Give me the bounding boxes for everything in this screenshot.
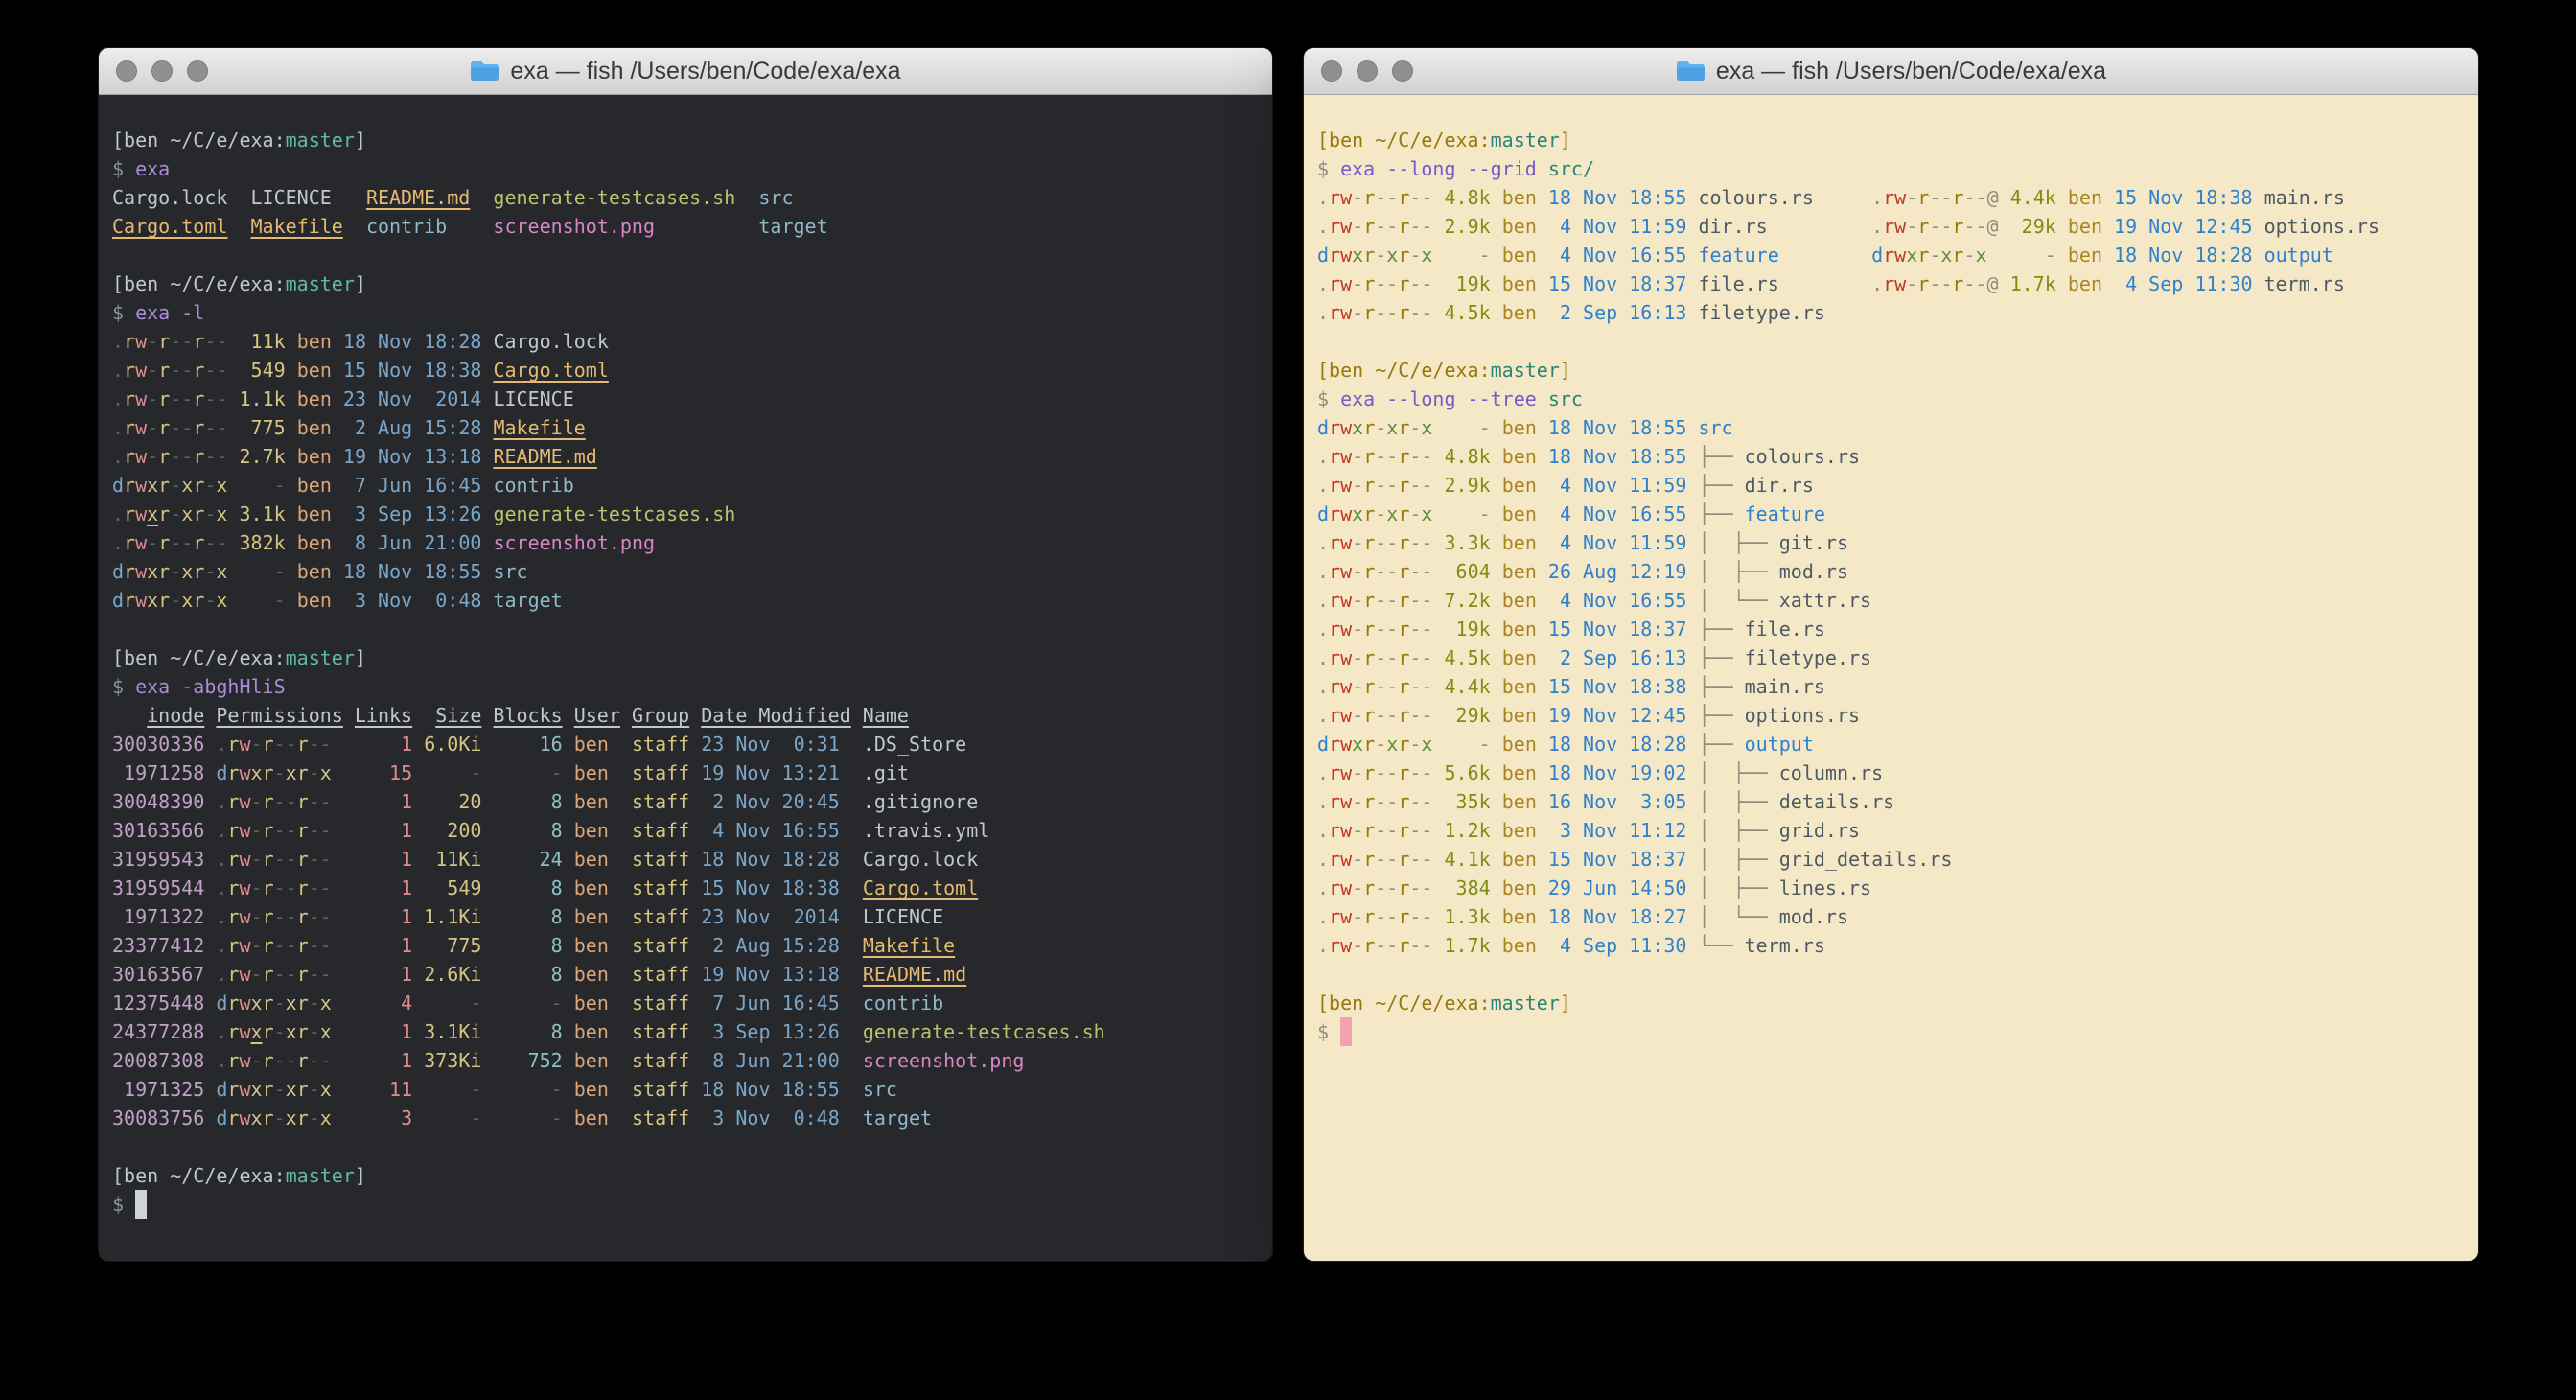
terminal-line: drwxr-xr-x - ben 7 Jun 16:45 contrib [112, 471, 1259, 500]
window-title: exa — fish /Users/ben/Code/exa/exa [470, 58, 900, 85]
terminal-line: .rw-r--r-- 2.9k ben 4 Nov 11:59 ├── dir.… [1317, 471, 2465, 500]
terminal-output[interactable]: [ben ~/C/e/exa:master]$ exa --long --gri… [1304, 95, 2478, 1261]
terminal-line [112, 241, 1259, 269]
terminal-line: [ben ~/C/e/exa:master] [112, 269, 1259, 298]
terminal-line: .rw-r--r-- 35k ben 16 Nov 3:05 │ ├── det… [1317, 787, 2465, 816]
traffic-lights [1321, 48, 1413, 94]
window-title-text: exa — fish /Users/ben/Code/exa/exa [1716, 58, 2106, 85]
terminal-line: .rw-r--r-- 4.5k ben 2 Sep 16:13 ├── file… [1317, 643, 2465, 672]
close-button[interactable] [1321, 60, 1342, 82]
terminal-line: .rw-r--r-- 382k ben 8 Jun 21:00 screensh… [112, 528, 1259, 557]
terminal-window-dark: exa — fish /Users/ben/Code/exa/exa [ben … [99, 48, 1272, 1261]
terminal-line: $ exa --long --tree src [1317, 385, 2465, 413]
terminal-line: .rw-r--r-- 4.5k ben 2 Sep 16:13 filetype… [1317, 298, 2465, 327]
folder-icon [1676, 59, 1706, 83]
terminal-line: .rw-r--r-- 2.9k ben 4 Nov 11:59 dir.rs .… [1317, 212, 2465, 241]
terminal-line: .rw-r--r-- 4.8k ben 18 Nov 18:55 ├── col… [1317, 442, 2465, 471]
terminal-line: drwxr-xr-x - ben 18 Nov 18:55 src [1317, 413, 2465, 442]
terminal-line: $ exa -l [112, 298, 1259, 327]
terminal-line: 12375448 drwxr-xr-x 4 - - ben staff 7 Ju… [112, 989, 1259, 1017]
terminal-line: .rw-r--r-- 3.3k ben 4 Nov 11:59 │ ├── gi… [1317, 528, 2465, 557]
terminal-line: 1971322 .rw-r--r-- 1 1.1Ki 8 ben staff 2… [112, 902, 1259, 931]
terminal-window-light: exa — fish /Users/ben/Code/exa/exa [ben … [1304, 48, 2478, 1261]
minimize-button[interactable] [151, 60, 173, 82]
terminal-line: 31959543 .rw-r--r-- 1 11Ki 24 ben staff … [112, 845, 1259, 874]
terminal-line: .rw-r--r-- 7.2k ben 4 Nov 16:55 │ └── xa… [1317, 586, 2465, 615]
terminal-line [112, 615, 1259, 643]
terminal-line: .rw-r--r-- 4.4k ben 15 Nov 18:38 ├── mai… [1317, 672, 2465, 701]
terminal-line: .rw-r--r-- 19k ben 15 Nov 18:37 ├── file… [1317, 615, 2465, 643]
terminal-line: 31959544 .rw-r--r-- 1 549 8 ben staff 15… [112, 874, 1259, 902]
terminal-line: .rw-r--r-- 1.1k ben 23 Nov 2014 LICENCE [112, 385, 1259, 413]
terminal-line: [ben ~/C/e/exa:master] [112, 126, 1259, 154]
terminal-line: [ben ~/C/e/exa:master] [112, 643, 1259, 672]
terminal-line: .rw-r--r-- 19k ben 15 Nov 18:37 file.rs … [1317, 269, 2465, 298]
terminal-line: .rw-r--r-- 4.8k ben 18 Nov 18:55 colours… [1317, 183, 2465, 212]
terminal-line: [ben ~/C/e/exa:master] [1317, 126, 2465, 154]
titlebar[interactable]: exa — fish /Users/ben/Code/exa/exa [1304, 48, 2478, 95]
window-title-text: exa — fish /Users/ben/Code/exa/exa [510, 58, 900, 85]
terminal-line: drwxr-xr-x - ben 4 Nov 16:55 ├── feature [1317, 500, 2465, 528]
terminal-line: Cargo.toml Makefile contrib screenshot.p… [112, 212, 1259, 241]
terminal-line [1317, 960, 2465, 989]
terminal-line: 24377288 .rwxr-xr-x 1 3.1Ki 8 ben staff … [112, 1017, 1259, 1046]
minimize-button[interactable] [1357, 60, 1378, 82]
terminal-line: [ben ~/C/e/exa:master] [1317, 356, 2465, 385]
terminal-line: drwxr-xr-x - ben 18 Nov 18:55 src [112, 557, 1259, 586]
traffic-lights [116, 48, 208, 94]
terminal-line: [ben ~/C/e/exa:master] [112, 1161, 1259, 1190]
terminal-line: .rw-r--r-- 1.7k ben 4 Sep 11:30 └── term… [1317, 931, 2465, 960]
terminal-line: .rw-r--r-- 775 ben 2 Aug 15:28 Makefile [112, 413, 1259, 442]
terminal-line: .rw-r--r-- 5.6k ben 18 Nov 19:02 │ ├── c… [1317, 758, 2465, 787]
zoom-button[interactable] [187, 60, 208, 82]
terminal-line: 30163566 .rw-r--r-- 1 200 8 ben staff 4 … [112, 816, 1259, 845]
terminal-line: .rw-r--r-- 2.7k ben 19 Nov 13:18 README.… [112, 442, 1259, 471]
terminal-line: .rw-r--r-- 604 ben 26 Aug 12:19 │ ├── mo… [1317, 557, 2465, 586]
folder-icon [470, 59, 499, 83]
close-button[interactable] [116, 60, 137, 82]
terminal-line: inode Permissions Links Size Blocks User… [112, 701, 1259, 730]
terminal-line: $ exa --long --grid src/ [1317, 154, 2465, 183]
terminal-line: 30030336 .rw-r--r-- 1 6.0Ki 16 ben staff… [112, 730, 1259, 758]
terminal-cursor [1340, 1017, 1352, 1046]
terminal-line [112, 1132, 1259, 1161]
terminal-line: [ben ~/C/e/exa:master] [1317, 989, 2465, 1017]
terminal-line: Cargo.lock LICENCE README.md generate-te… [112, 183, 1259, 212]
zoom-button[interactable] [1392, 60, 1413, 82]
terminal-line: .rw-r--r-- 1.2k ben 3 Nov 11:12 │ ├── gr… [1317, 816, 2465, 845]
terminal-line: 20087308 .rw-r--r-- 1 373Ki 752 ben staf… [112, 1046, 1259, 1075]
terminal-line: .rw-r--r-- 4.1k ben 15 Nov 18:37 │ ├── g… [1317, 845, 2465, 874]
titlebar[interactable]: exa — fish /Users/ben/Code/exa/exa [99, 48, 1272, 95]
terminal-line: drwxr-xr-x - ben 4 Nov 16:55 feature drw… [1317, 241, 2465, 269]
terminal-cursor [135, 1190, 147, 1219]
terminal-line: .rwxr-xr-x 3.1k ben 3 Sep 13:26 generate… [112, 500, 1259, 528]
terminal-output[interactable]: [ben ~/C/e/exa:master]$ exaCargo.lock LI… [99, 95, 1272, 1261]
terminal-line: drwxr-xr-x - ben 3 Nov 0:48 target [112, 586, 1259, 615]
terminal-line: drwxr-xr-x - ben 18 Nov 18:28 ├── output [1317, 730, 2465, 758]
terminal-line: 30048390 .rw-r--r-- 1 20 8 ben staff 2 N… [112, 787, 1259, 816]
terminal-line: $ [112, 1190, 1259, 1219]
terminal-line [1317, 327, 2465, 356]
terminal-line: $ exa [112, 154, 1259, 183]
terminal-line: .rw-r--r-- 11k ben 18 Nov 18:28 Cargo.lo… [112, 327, 1259, 356]
terminal-line: $ exa -abghHliS [112, 672, 1259, 701]
terminal-line: 30163567 .rw-r--r-- 1 2.6Ki 8 ben staff … [112, 960, 1259, 989]
terminal-line: .rw-r--r-- 384 ben 29 Jun 14:50 │ ├── li… [1317, 874, 2465, 902]
terminal-line: $ [1317, 1017, 2465, 1046]
window-title: exa — fish /Users/ben/Code/exa/exa [1676, 58, 2106, 85]
terminal-line: 30083756 drwxr-xr-x 3 - - ben staff 3 No… [112, 1104, 1259, 1132]
terminal-line: .rw-r--r-- 549 ben 15 Nov 18:38 Cargo.to… [112, 356, 1259, 385]
terminal-line: 1971325 drwxr-xr-x 11 - - ben staff 18 N… [112, 1075, 1259, 1104]
terminal-line: .rw-r--r-- 29k ben 19 Nov 12:45 ├── opti… [1317, 701, 2465, 730]
terminal-line: .rw-r--r-- 1.3k ben 18 Nov 18:27 │ └── m… [1317, 902, 2465, 931]
terminal-line: 1971258 drwxr-xr-x 15 - - ben staff 19 N… [112, 758, 1259, 787]
terminal-line: 23377412 .rw-r--r-- 1 775 8 ben staff 2 … [112, 931, 1259, 960]
